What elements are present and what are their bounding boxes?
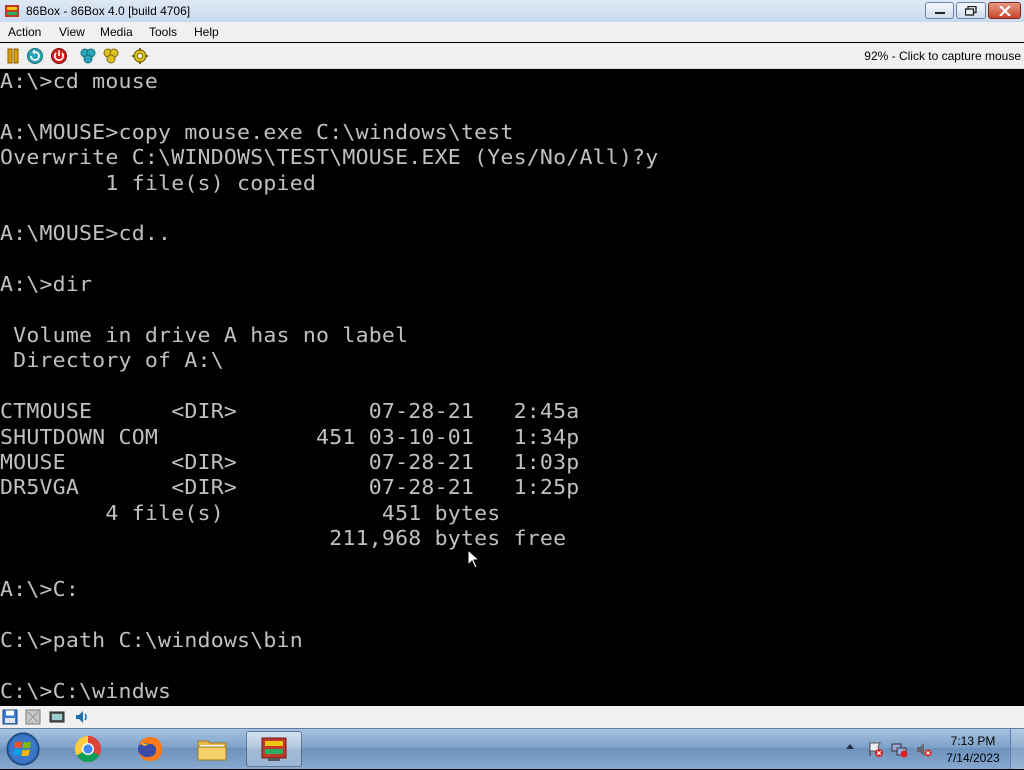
window-title: 86Box - 86Box 4.0 [build 4706] <box>26 4 191 18</box>
console-line: Volume in drive A has no label <box>0 323 409 347</box>
86box-taskbar-icon <box>261 737 287 761</box>
taskbar: 7:13 PM 7/14/2023 <box>0 728 1024 769</box>
taskbar-86box[interactable] <box>246 731 302 767</box>
menu-help[interactable]: Help <box>194 25 219 39</box>
minimize-button[interactable] <box>925 2 954 19</box>
mouse-pointer-icon <box>467 549 481 569</box>
console-line: Directory of A:\ <box>0 348 224 372</box>
window-title-bar[interactable]: 86Box - 86Box 4.0 [build 4706] <box>0 0 1024 23</box>
network-status-icon[interactable] <box>891 741 908 758</box>
ctrl-alt-del-icon[interactable] <box>79 47 97 65</box>
ctrl-alt-esc-icon[interactable] <box>102 47 120 65</box>
restore-button[interactable] <box>956 2 986 19</box>
console-line: SHUTDOWN COM 451 03-10-01 1:34p <box>0 425 580 449</box>
menu-view[interactable]: View <box>59 25 85 39</box>
console-line: 211,968 bytes free <box>0 526 567 550</box>
close-button[interactable] <box>988 2 1021 19</box>
taskbar-file-explorer[interactable] <box>184 731 240 767</box>
console-line: 1 file(s) copied <box>0 171 317 195</box>
console-line: Overwrite C:\WINDOWS\TEST\MOUSE.EXE (Yes… <box>0 145 659 169</box>
reset-icon[interactable] <box>26 47 44 65</box>
network-icon[interactable] <box>49 709 65 725</box>
status-bar <box>0 706 1024 728</box>
clock-date[interactable]: 7/14/2023 <box>940 751 1006 765</box>
minimize-icon <box>934 11 945 14</box>
taskbar-chrome[interactable] <box>60 731 116 767</box>
sound-icon[interactable] <box>74 709 90 725</box>
console-line: A:\MOUSE>copy mouse.exe C:\windows\test <box>0 120 514 144</box>
console-line: CTMOUSE <DIR> 07-28-21 2:45a <box>0 399 580 423</box>
close-icon <box>998 5 1011 16</box>
emulator-screen[interactable]: A:\>cd mouse A:\MOUSE>copy mouse.exe C:\w… <box>0 69 1024 706</box>
console-line: C:\>C:\windws <box>0 679 172 703</box>
console-line: MOUSE <DIR> 07-28-21 1:03p <box>0 450 580 474</box>
menu-tools[interactable]: Tools <box>149 25 177 39</box>
capture-mouse-status: 92% - Click to capture mouse <box>864 49 1021 63</box>
console-line: A:\MOUSE>cd.. <box>0 221 172 245</box>
restore-icon <box>965 5 977 16</box>
pause-icon[interactable] <box>4 47 22 65</box>
volume-muted-icon[interactable] <box>915 741 932 758</box>
console-line: DR5VGA <DIR> 07-28-21 1:25p <box>0 475 580 499</box>
menu-action[interactable]: Action <box>8 25 41 39</box>
menu-media[interactable]: Media <box>100 25 133 39</box>
console-line: A:\>cd mouse <box>0 69 159 93</box>
taskbar-firefox[interactable] <box>122 731 178 767</box>
action-center-icon[interactable] <box>867 741 884 758</box>
power-icon[interactable] <box>50 47 68 65</box>
chrome-icon <box>74 735 102 763</box>
console-line: A:\>dir <box>0 272 93 296</box>
show-hidden-icons-icon[interactable] <box>845 742 855 750</box>
console-line: A:\>C: <box>0 577 80 601</box>
floppy-drive-icon[interactable] <box>2 709 18 725</box>
console-line: 4 file(s) 451 bytes <box>0 501 501 525</box>
console-line: C:\>path C:\windows\bin <box>0 628 303 652</box>
86box-app-icon <box>5 5 19 17</box>
settings-icon[interactable] <box>131 47 149 65</box>
firefox-icon <box>138 737 162 761</box>
start-button[interactable] <box>5 731 47 767</box>
windows-logo-icon <box>6 732 40 766</box>
folder-icon <box>197 740 227 761</box>
floppy-drive-2-icon[interactable] <box>25 709 41 725</box>
toolbar: 92% - Click to capture mouse <box>0 43 1024 69</box>
show-desktop-button[interactable] <box>1010 729 1024 769</box>
clock-time[interactable]: 7:13 PM <box>940 734 1006 748</box>
menu-bar: Action View Media Tools Help <box>0 22 1024 42</box>
